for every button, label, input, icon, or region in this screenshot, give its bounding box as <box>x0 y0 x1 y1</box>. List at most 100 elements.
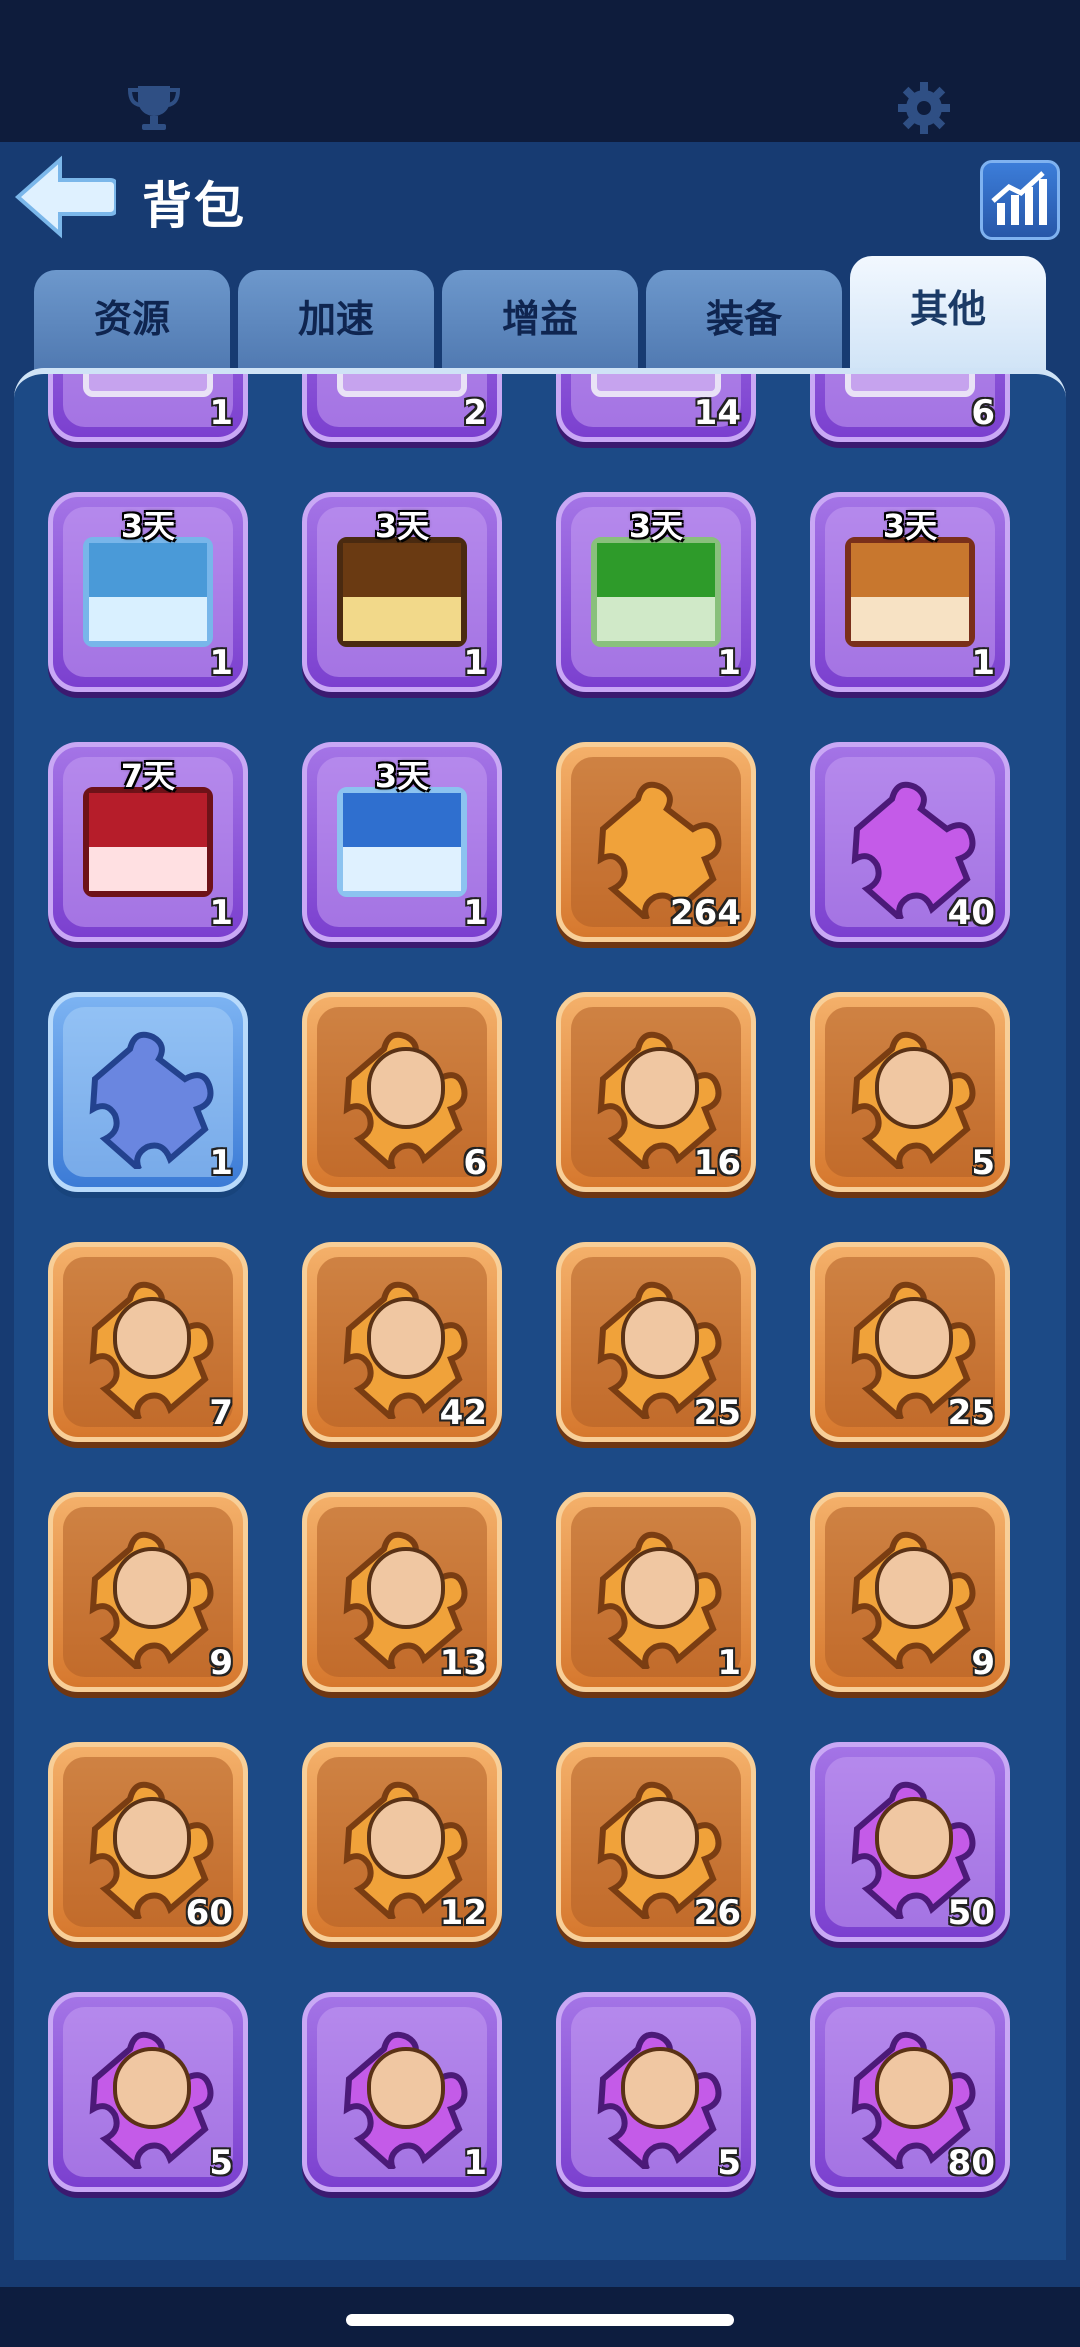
item-count: 6 <box>971 393 995 433</box>
avatar-frame-item[interactable]: 7天 1 <box>48 742 248 942</box>
item-count: 6 <box>463 1143 487 1183</box>
hero-fragment-item[interactable]: 13 <box>302 1492 502 1692</box>
hero-fragment-item[interactable]: 6 <box>302 992 502 1192</box>
tab-other[interactable]: 其他 <box>850 256 1046 376</box>
hero-fragment-item[interactable]: 5 <box>556 1992 756 2192</box>
hero-portrait-icon <box>113 1547 191 1629</box>
item-count: 1 <box>463 643 487 683</box>
tab-speedups[interactable]: 加速 <box>238 270 434 374</box>
back-arrow-icon[interactable] <box>12 152 116 242</box>
puzzle-item[interactable]: 264 <box>556 742 756 942</box>
item-count: 1 <box>209 643 233 683</box>
hero-portrait-icon <box>113 1297 191 1379</box>
hero-portrait-icon <box>367 1797 445 1879</box>
item-count: 1 <box>717 1643 741 1683</box>
avatar-frame-item[interactable]: 6 <box>810 374 1010 442</box>
item-count: 9 <box>209 1643 233 1683</box>
frame-icon <box>591 537 721 647</box>
hero-fragment-item[interactable]: 9 <box>48 1492 248 1692</box>
item-count: 25 <box>947 1393 995 1433</box>
item-count: 1 <box>463 2143 487 2183</box>
frame-icon <box>337 374 467 397</box>
item-count: 12 <box>439 1893 487 1933</box>
duration-label: 3天 <box>374 507 430 545</box>
item-count: 25 <box>693 1393 741 1433</box>
item-count: 60 <box>185 1893 233 1933</box>
hero-portrait-icon <box>621 1297 699 1379</box>
hero-fragment-item[interactable]: 80 <box>810 1992 1010 2192</box>
item-grid: 1 2 14 6 3天 1 3天 1 3天 1 3天 1 7天 1 3天 1 264 40 1 6 16 5 7 42 25 25… <box>14 368 1066 2260</box>
avatar-frame-item[interactable]: 3天 1 <box>302 492 502 692</box>
item-count: 14 <box>693 393 741 433</box>
item-count: 5 <box>717 2143 741 2183</box>
item-count: 5 <box>209 2143 233 2183</box>
item-count: 2 <box>463 393 487 433</box>
hero-fragment-item[interactable]: 60 <box>48 1742 248 1942</box>
hero-fragment-item[interactable]: 12 <box>302 1742 502 1942</box>
item-count: 9 <box>971 1643 995 1683</box>
avatar-frame-item[interactable]: 1 <box>48 374 248 442</box>
item-count: 42 <box>439 1393 487 1433</box>
item-count: 1 <box>717 643 741 683</box>
hero-fragment-item[interactable]: 5 <box>810 992 1010 1192</box>
frame-icon <box>83 374 213 397</box>
avatar-frame-item[interactable]: 2 <box>302 374 502 442</box>
tab-boosts[interactable]: 增益 <box>442 270 638 374</box>
duration-label: 7天 <box>120 757 176 795</box>
hero-portrait-icon <box>367 1297 445 1379</box>
avatar-frame-item[interactable]: 3天 1 <box>556 492 756 692</box>
frame-icon <box>845 537 975 647</box>
item-count: 40 <box>947 893 995 933</box>
frame-icon <box>83 537 213 647</box>
hero-portrait-icon <box>621 1547 699 1629</box>
trophy-icon[interactable] <box>124 78 184 138</box>
home-indicator[interactable] <box>346 2314 734 2326</box>
item-count: 1 <box>209 1143 233 1183</box>
item-count: 1 <box>209 893 233 933</box>
item-count: 5 <box>971 1143 995 1183</box>
avatar-frame-item[interactable]: 14 <box>556 374 756 442</box>
tab-resources[interactable]: 资源 <box>34 270 230 374</box>
hero-fragment-item[interactable]: 1 <box>556 1492 756 1692</box>
duration-label: 3天 <box>628 507 684 545</box>
hero-portrait-icon <box>367 2047 445 2129</box>
frame-icon <box>83 787 213 897</box>
hero-fragment-item[interactable]: 16 <box>556 992 756 1192</box>
stats-button[interactable] <box>980 160 1060 240</box>
avatar-frame-item[interactable]: 3天 1 <box>810 492 1010 692</box>
frame-icon <box>337 537 467 647</box>
duration-label: 3天 <box>882 507 938 545</box>
item-count: 26 <box>693 1893 741 1933</box>
puzzle-item[interactable]: 40 <box>810 742 1010 942</box>
hero-fragment-item[interactable]: 25 <box>810 1242 1010 1442</box>
duration-label: 3天 <box>120 507 176 545</box>
hero-fragment-item[interactable]: 26 <box>556 1742 756 1942</box>
puzzle-item[interactable]: 1 <box>48 992 248 1192</box>
item-count: 1 <box>971 643 995 683</box>
item-count: 1 <box>463 893 487 933</box>
avatar-frame-item[interactable]: 3天 1 <box>302 742 502 942</box>
hero-fragment-item[interactable]: 25 <box>556 1242 756 1442</box>
hero-fragment-item[interactable]: 7 <box>48 1242 248 1442</box>
hero-fragment-item[interactable]: 5 <box>48 1992 248 2192</box>
hero-portrait-icon <box>113 2047 191 2129</box>
avatar-frame-item[interactable]: 3天 1 <box>48 492 248 692</box>
hero-fragment-item[interactable]: 42 <box>302 1242 502 1442</box>
hero-portrait-icon <box>113 1797 191 1879</box>
hero-fragment-item[interactable]: 50 <box>810 1742 1010 1942</box>
item-count: 13 <box>439 1643 487 1683</box>
item-count: 80 <box>947 2143 995 2183</box>
hero-portrait-icon <box>875 2047 953 2129</box>
hero-portrait-icon <box>621 1797 699 1879</box>
gear-icon[interactable] <box>894 78 954 138</box>
hero-portrait-icon <box>875 1047 953 1129</box>
page-title: 背包 <box>142 177 246 235</box>
duration-label: 3天 <box>374 757 430 795</box>
hero-fragment-item[interactable]: 1 <box>302 1992 502 2192</box>
hero-fragment-item[interactable]: 9 <box>810 1492 1010 1692</box>
tab-equipment[interactable]: 装备 <box>646 270 842 374</box>
frame-icon <box>845 374 975 397</box>
hero-portrait-icon <box>367 1047 445 1129</box>
puzzle-piece-icon <box>89 1031 214 1169</box>
hero-portrait-icon <box>621 2047 699 2129</box>
